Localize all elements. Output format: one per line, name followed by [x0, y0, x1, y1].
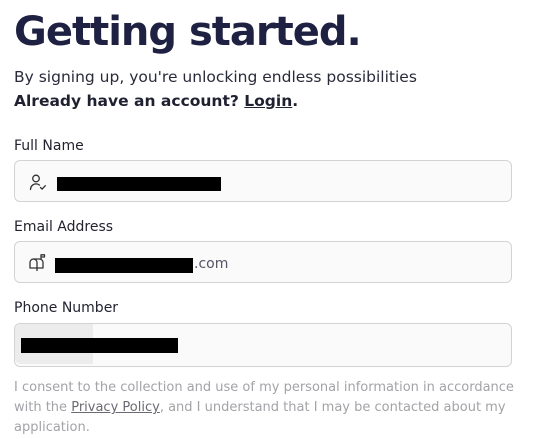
user-icon	[28, 172, 48, 192]
full-name-label: Full Name	[14, 138, 84, 154]
page-subtitle: By signing up, you're unlocking endless …	[14, 68, 417, 86]
full-name-field[interactable]	[14, 160, 512, 202]
login-link[interactable]: Login	[244, 92, 292, 110]
page-title: Getting started.	[14, 9, 362, 55]
email-domain-suffix: .com	[194, 256, 229, 272]
email-field[interactable]: .com	[14, 241, 512, 283]
phone-label: Phone Number	[14, 300, 119, 316]
phone-field[interactable]	[14, 323, 512, 367]
privacy-policy-link[interactable]: Privacy Policy	[71, 400, 160, 415]
login-suffix: .	[292, 92, 299, 110]
consent-text: I consent to the collection and use of m…	[14, 378, 519, 438]
phone-redacted-value	[21, 338, 178, 353]
login-prompt: Already have an account? Login.	[14, 90, 298, 112]
full-name-redacted-value	[57, 177, 221, 191]
login-prompt-text: Already have an account?	[14, 92, 239, 110]
mailbox-icon	[28, 253, 48, 273]
email-label: Email Address	[14, 219, 114, 235]
email-redacted-value	[55, 258, 193, 273]
